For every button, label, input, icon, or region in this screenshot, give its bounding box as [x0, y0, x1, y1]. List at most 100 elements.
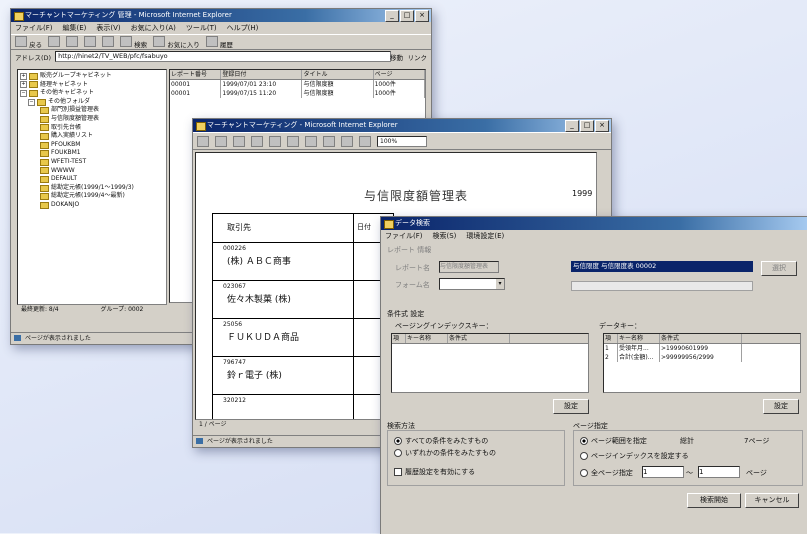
history-button[interactable]: 履歴 — [205, 35, 233, 49]
col-title[interactable]: タイトル — [302, 70, 374, 79]
method-all-radio[interactable]: すべての条件をみたすもの — [394, 436, 488, 446]
menu-tools[interactable]: ツール(T) — [186, 22, 217, 34]
tree-item[interactable]: WFETI-TEST — [18, 158, 166, 167]
col-report-no[interactable]: レポート番号 — [170, 70, 222, 79]
report-row[interactable]: 023067 佐々木製菓 (株) — [213, 280, 393, 319]
report-row[interactable]: 25056 ＦＵＫＵＤＡ商品 — [213, 318, 393, 357]
page-index-radio[interactable]: ページインデックスを設定する — [580, 451, 689, 461]
menu-favorites[interactable]: お気に入り(A) — [131, 22, 176, 34]
ie-icon — [196, 122, 206, 131]
tree-item[interactable]: 部門別損益管理表 — [18, 106, 166, 115]
tree-item[interactable]: + 経理キャビネット — [18, 81, 166, 90]
minimize-button[interactable]: _ — [565, 120, 579, 132]
last-page-icon[interactable] — [305, 135, 317, 147]
tree-item[interactable]: 総勘定元帳(1999/4〜最新) — [18, 192, 166, 201]
data-key-list[interactable]: 項 キー名称 条件式 1 受領年月... >19990601999 2 合計(金… — [603, 333, 801, 393]
close-button[interactable]: × — [415, 10, 429, 22]
minimize-button[interactable]: _ — [385, 10, 399, 22]
bookmark-icon[interactable] — [341, 135, 353, 147]
tree-item[interactable]: 取引先台帳 — [18, 124, 166, 133]
home-button[interactable] — [102, 35, 115, 49]
links-button[interactable]: リンク — [408, 52, 428, 62]
next-page-icon[interactable] — [287, 135, 299, 147]
menu-settings[interactable]: 環境設定(E) — [466, 230, 504, 242]
tree-item[interactable]: 与信限度額管理表 — [18, 115, 166, 124]
print-icon[interactable] — [197, 135, 209, 147]
form-name-select[interactable]: ▾ — [439, 278, 505, 290]
tree-item[interactable]: FOUKBM1 — [18, 149, 166, 158]
menu-edit[interactable]: 編集(E) — [63, 22, 87, 34]
preview-icon[interactable] — [215, 135, 227, 147]
find-icon[interactable] — [323, 135, 335, 147]
paging-key-list[interactable]: 項 キー名称 条件式 — [391, 333, 589, 393]
menu-view[interactable]: 表示(V) — [96, 22, 120, 34]
maximize-button[interactable]: □ — [400, 10, 414, 22]
report-row[interactable]: 320212 — [213, 394, 393, 419]
search-button[interactable]: 検索 — [120, 35, 147, 49]
folder-icon — [40, 124, 49, 132]
menu-file[interactable]: ファイル(F) — [385, 230, 423, 242]
viewer-titlebar[interactable]: マーチャントマーケティング - Microsoft Internet Explo… — [193, 119, 611, 132]
search-titlebar[interactable]: データ検索 — [381, 217, 807, 230]
cancel-button[interactable]: キャンセル — [745, 493, 799, 508]
tree-item[interactable]: − その他キャビネット — [18, 89, 166, 98]
refresh-button[interactable] — [84, 35, 97, 49]
all-pages-radio[interactable]: 全ページ指定 — [580, 468, 633, 478]
paging-set-button[interactable]: 設定 — [553, 399, 589, 414]
go-button[interactable]: 移動 — [390, 52, 403, 62]
col-pages[interactable]: ページ — [374, 70, 426, 79]
grid-icon[interactable] — [359, 135, 371, 147]
page-to-input[interactable]: 1 — [698, 466, 740, 478]
tree-item[interactable]: WWWW — [18, 167, 166, 176]
history-checkbox[interactable]: 履歴設定を有効にする — [394, 467, 475, 477]
form-name-label: フォーム名 — [395, 281, 430, 289]
menu-help[interactable]: ヘルプ(H) — [227, 22, 259, 34]
tree-item[interactable]: DOKANJO — [18, 201, 166, 210]
report-row[interactable]: 796747 鈴ｒ電子 (株) — [213, 356, 393, 395]
table-row[interactable]: 1 受領年月... >19990601999 — [604, 344, 800, 353]
expand-icon[interactable]: + — [20, 81, 27, 89]
folder-icon — [40, 107, 49, 115]
maximize-button[interactable]: □ — [580, 120, 594, 132]
selected-report-field[interactable]: 与信限度 与信限度表 00002 — [571, 261, 753, 272]
report-col2-header: 日付 — [357, 223, 371, 231]
menu-file[interactable]: ファイル(F) — [15, 22, 53, 34]
favorites-button[interactable]: お気に入り — [153, 35, 200, 49]
prev-page-icon[interactable] — [269, 135, 281, 147]
tree-item[interactable]: 購入実績リスト — [18, 132, 166, 141]
col-date[interactable]: 登録日付 — [221, 70, 303, 79]
select-button[interactable]: 選択 — [761, 261, 797, 276]
method-any-radio[interactable]: いずれかの条件をみたすもの — [394, 448, 496, 458]
report-row[interactable]: 000226 (株) ＡＢＣ商事 — [213, 242, 393, 281]
expand-icon[interactable]: + — [20, 72, 27, 80]
start-search-button[interactable]: 検索開始 — [687, 493, 741, 508]
address-input[interactable]: http://hinet2/TV_WEB/pfc/fsabuyo — [55, 51, 391, 62]
data-set-button[interactable]: 設定 — [763, 399, 799, 414]
forward-button[interactable] — [48, 35, 61, 49]
close-button[interactable]: × — [595, 120, 609, 132]
table-row[interactable]: 00001 1999/07/01 23:10 与信限度額 1000件 — [170, 80, 426, 89]
report-list-header: レポート番号 登録日付 タイトル ページ — [170, 70, 426, 80]
page-range-radio[interactable]: ページ範囲を指定 — [580, 436, 647, 446]
zoom-select[interactable]: 100% — [377, 135, 427, 147]
tree-item[interactable]: DEFAULT — [18, 175, 166, 184]
report-scrollbar[interactable] — [571, 281, 753, 291]
copy-icon[interactable] — [233, 135, 245, 147]
expand-icon[interactable]: − — [28, 98, 35, 106]
first-page-icon[interactable] — [251, 135, 263, 147]
table-row[interactable]: 00001 1999/07/15 11:20 与信限度額 1000件 — [170, 89, 426, 98]
explorer-titlebar[interactable]: マーチャントマーケティング 管理 - Microsoft Internet Ex… — [11, 9, 431, 22]
report-name-label: レポート名 — [395, 264, 430, 272]
folder-icon — [40, 184, 49, 192]
stop-button[interactable] — [66, 35, 79, 49]
address-label: アドレス(D) — [15, 53, 52, 62]
folder-tree: + 販売グループキャビネット + 経理キャビネット − その他キャビネット − その他フ… — [17, 69, 167, 305]
menu-search[interactable]: 検索(S) — [433, 230, 457, 242]
expand-icon[interactable]: − — [20, 89, 27, 97]
back-button[interactable]: 戻る — [15, 35, 42, 49]
tree-item[interactable]: + 販売グループキャビネット — [18, 72, 166, 81]
tree-item[interactable]: PFOUKBM — [18, 141, 166, 150]
report-name-field[interactable]: 与信限度額管理表 — [439, 261, 499, 273]
table-row[interactable]: 2 合計(金額)... >99999956/2999 — [604, 353, 800, 362]
page-from-input[interactable]: 1 — [642, 466, 684, 478]
